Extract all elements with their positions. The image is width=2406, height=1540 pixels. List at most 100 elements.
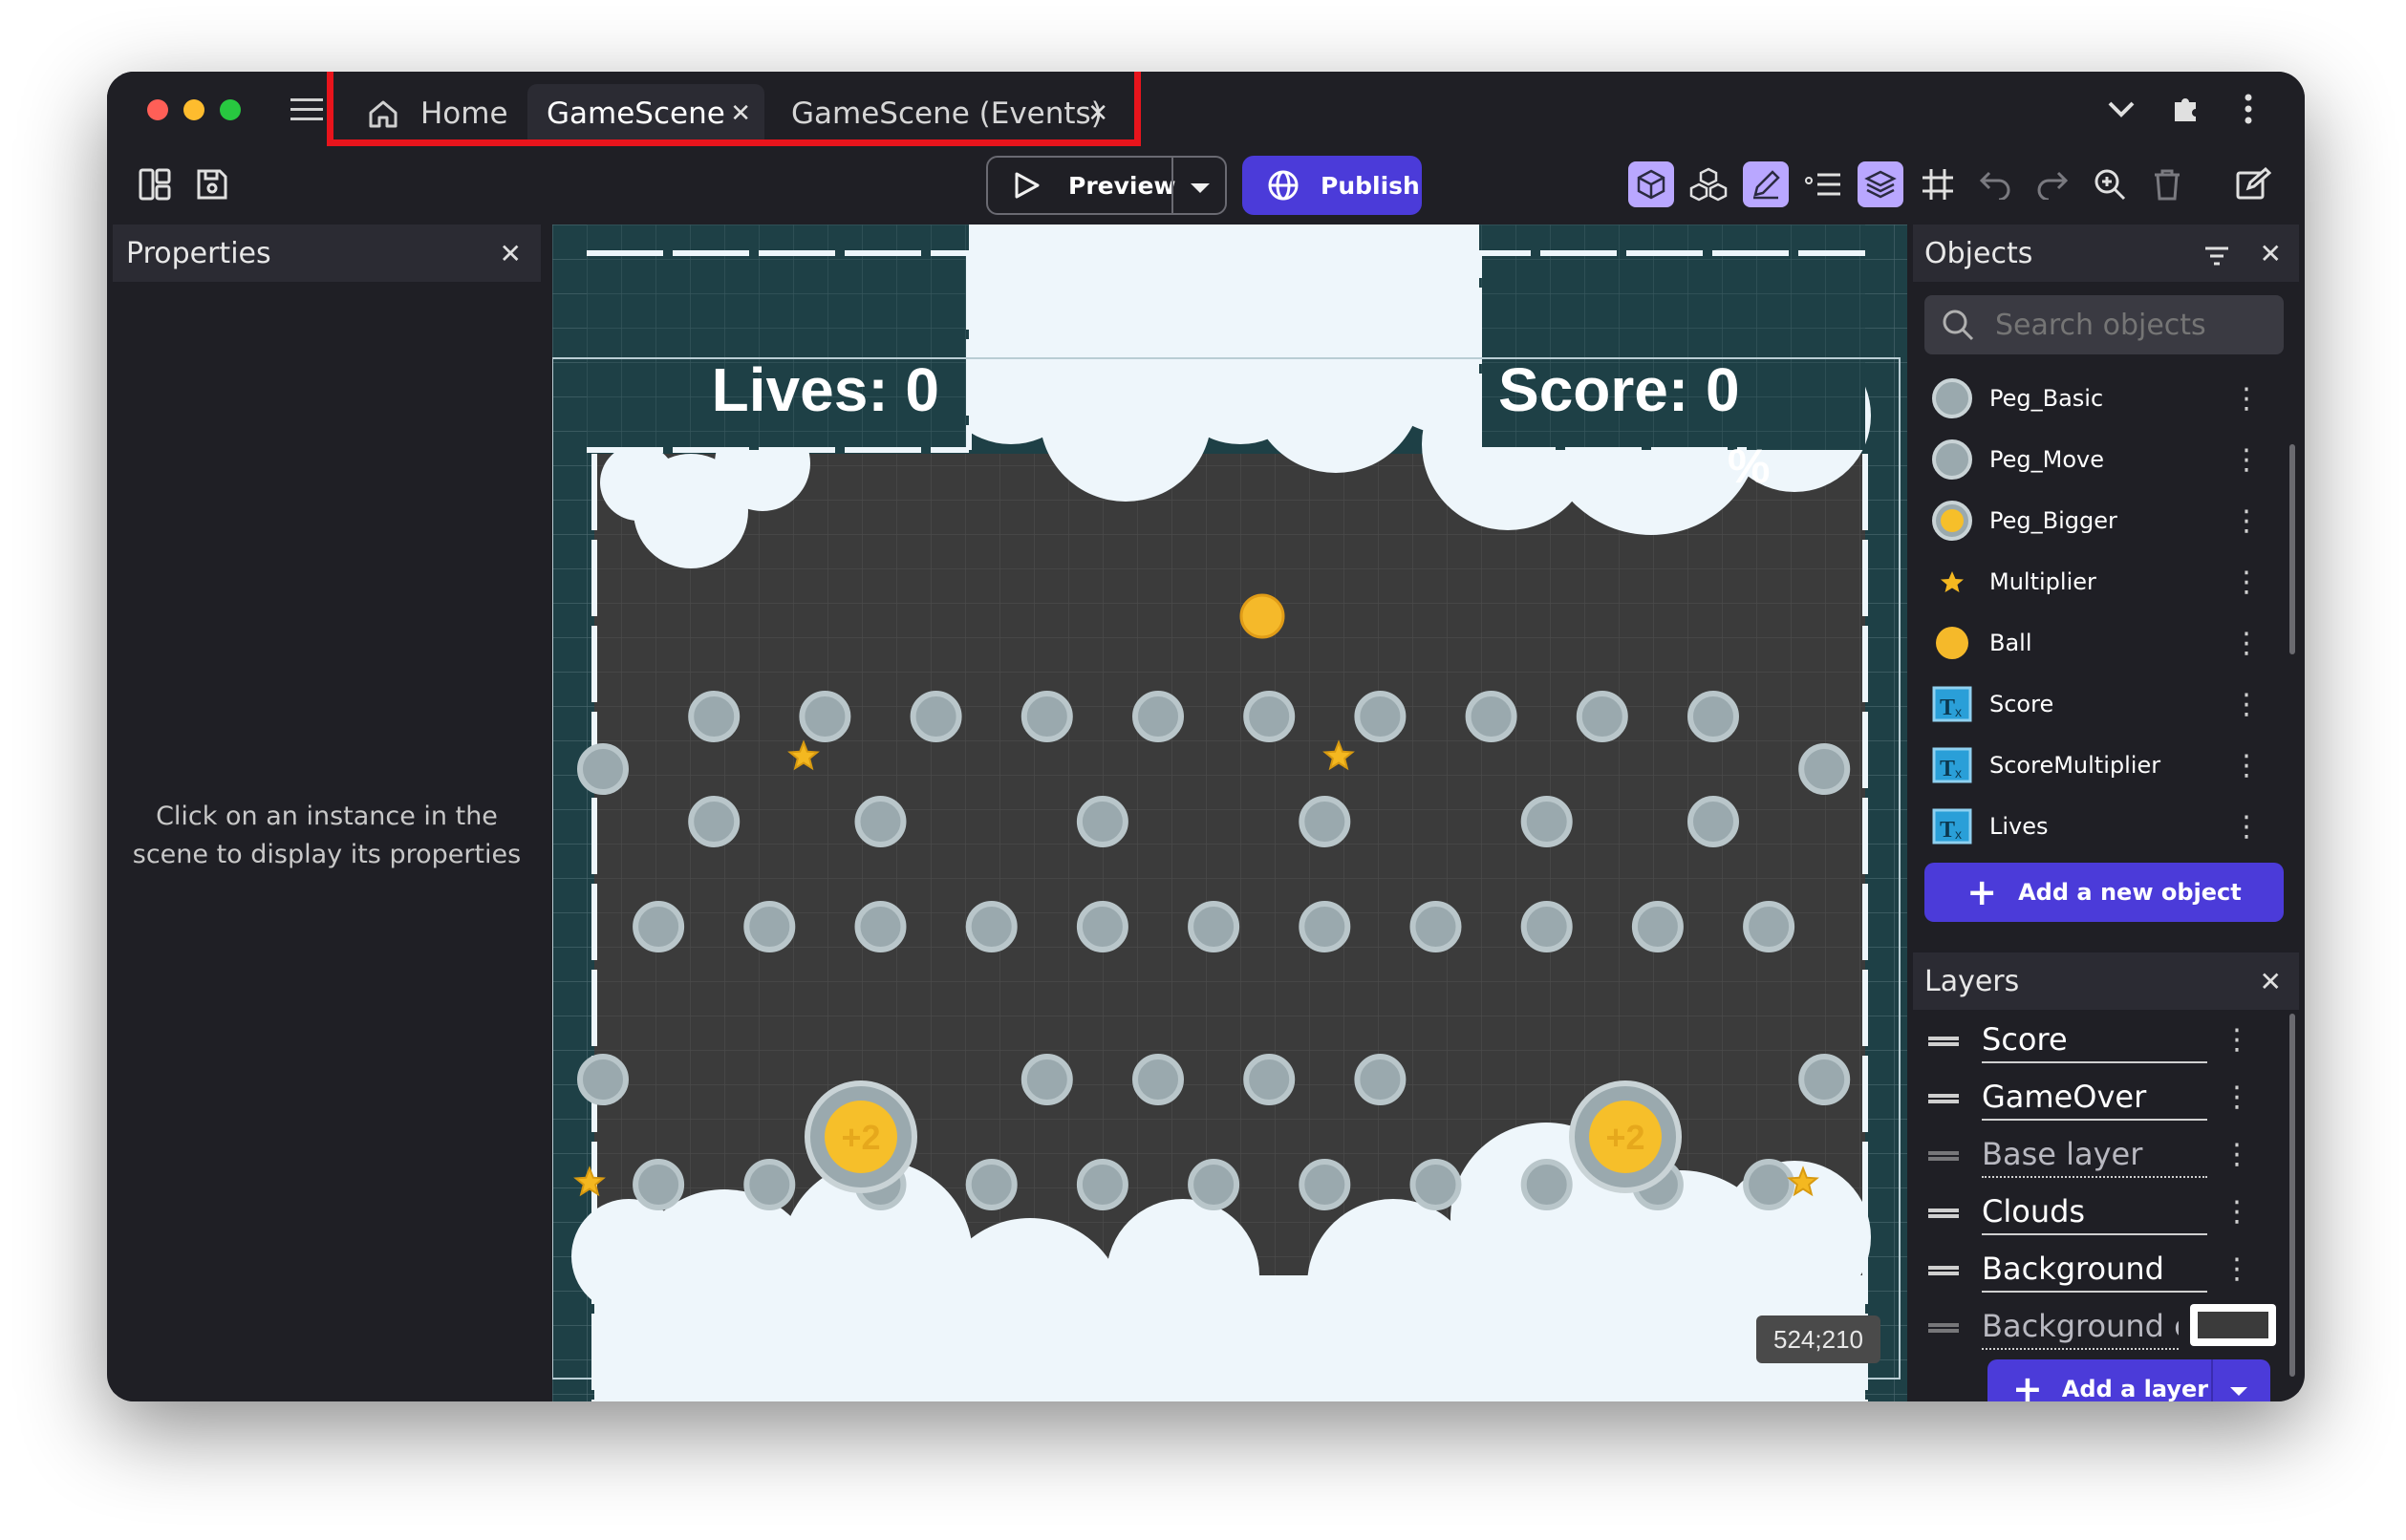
redo-icon[interactable] [2030,161,2075,207]
peg [1243,691,1296,742]
publish-label: Publish [1321,171,1420,200]
grid-icon[interactable] [1915,161,1961,207]
layer-item[interactable]: GameOver ⋮ [1913,1071,2284,1128]
close-properties-icon[interactable]: ✕ [500,238,522,269]
object-menu-icon[interactable]: ⋮ [2232,382,2261,416]
object-menu-icon[interactable]: ⋮ [2232,566,2261,599]
object-item[interactable]: Tx Lives ⋮ [1913,796,2284,857]
objects-scrollbar[interactable] [2289,444,2295,654]
layer-name[interactable]: Background cc [1982,1308,2179,1350]
preview-button[interactable]: Preview [986,156,1227,215]
object-menu-icon[interactable]: ⋮ [2232,443,2261,477]
peg [1132,691,1184,742]
save-icon[interactable] [189,161,235,207]
add-layer-button[interactable]: + Add a layer [1987,1359,2270,1401]
drag-handle-icon[interactable] [1928,1208,1959,1218]
layer-menu-icon[interactable]: ⋮ [2223,1023,2251,1057]
peg [1743,901,1795,952]
maximize-window-button[interactable] [220,99,241,120]
gray-peg-icon [1930,438,1974,485]
close-layers-icon[interactable]: ✕ [2260,966,2282,997]
close-objects-icon[interactable]: ✕ [2260,238,2282,269]
close-window-button[interactable] [147,99,168,120]
peg [1020,1054,1073,1105]
layers-title: Layers [1924,964,2020,998]
peg [799,691,851,742]
layer-name[interactable]: Background [1982,1251,2207,1293]
layer-menu-icon[interactable]: ⋮ [2223,1138,2251,1171]
object-groups-icon[interactable] [1686,161,1731,207]
object-item[interactable]: Peg_Bigger ⋮ [1913,490,2284,551]
layer-item[interactable]: Base layer ⋮ [1913,1128,2284,1186]
object-name: Multiplier [1989,568,2096,595]
object-name: Ball [1989,630,2032,656]
extensions-puzzle-icon[interactable] [2169,91,2203,129]
layer-item[interactable]: Score ⋮ [1913,1014,2284,1071]
search-objects-field[interactable] [1924,295,2284,354]
globe-icon [1267,169,1300,202]
layer-name[interactable]: Base layer [1982,1136,2207,1178]
undo-icon[interactable] [1972,161,2018,207]
layers-scrollbar[interactable] [2289,1014,2295,1377]
gray-peg-icon [1930,376,1974,424]
publish-button[interactable]: Publish [1242,156,1422,215]
layers-panel-icon[interactable] [1858,161,1903,207]
object-item[interactable]: Peg_Move ⋮ [1913,429,2284,490]
more-options-icon[interactable] [2244,93,2253,129]
peg [854,796,907,847]
objects-panel-cube-icon[interactable] [1628,161,1674,207]
layer-name[interactable]: Clouds [1982,1193,2207,1235]
panels-layout-icon[interactable] [132,161,178,207]
layer-name[interactable]: Score [1982,1021,2207,1063]
object-menu-icon[interactable]: ⋮ [2232,749,2261,782]
object-item[interactable]: Peg_Basic ⋮ [1913,368,2284,429]
ball [1239,593,1285,639]
object-menu-icon[interactable]: ⋮ [2232,810,2261,844]
drag-handle-icon[interactable] [1928,1323,1959,1333]
drag-handle-icon[interactable] [1928,1037,1959,1046]
add-layer-dropdown-icon[interactable] [2228,1384,2249,1401]
layer-name[interactable]: GameOver [1982,1079,2207,1121]
object-item[interactable]: Tx Score ⋮ [1913,674,2284,735]
layer-item[interactable]: Clouds ⋮ [1913,1186,2284,1243]
minimize-window-button[interactable] [183,99,204,120]
filter-icon[interactable] [2203,242,2230,275]
properties-empty-line1: Click on an instance in the [156,802,498,831]
search-input[interactable] [1993,307,2265,343]
add-object-button[interactable]: + Add a new object [1924,863,2284,922]
object-name: Score [1989,691,2054,717]
peg [633,901,685,952]
drag-handle-icon[interactable] [1928,1266,1959,1275]
drag-handle-icon[interactable] [1928,1151,1959,1161]
object-menu-icon[interactable]: ⋮ [2232,688,2261,721]
zoom-icon[interactable] [2087,161,2133,207]
play-icon [1011,170,1042,201]
preview-dropdown-icon[interactable] [1189,181,1212,199]
peg [1465,691,1517,742]
layer-item[interactable]: Background ⋮ [1913,1243,2284,1300]
gold-peg-icon [1930,499,1974,546]
svg-text:x: x [1955,765,1962,781]
instances-list-icon[interactable] [1800,161,1846,207]
layer-menu-icon[interactable]: ⋮ [2223,1252,2251,1286]
background-color-swatch[interactable] [2190,1304,2276,1346]
menu-icon[interactable] [290,96,323,123]
layers-header: Layers ✕ [1913,952,2299,1010]
object-item[interactable]: Multiplier ⋮ [1913,551,2284,612]
chevron-down-icon[interactable] [2106,95,2137,127]
object-menu-icon[interactable]: ⋮ [2232,504,2261,538]
object-item[interactable]: Tx ScoreMultiplier ⋮ [1913,735,2284,796]
edit-scene-icon[interactable] [2230,161,2276,207]
layer-menu-icon[interactable]: ⋮ [2223,1195,2251,1229]
trash-icon[interactable] [2144,161,2190,207]
properties-edit-icon[interactable] [1743,161,1789,207]
scene-canvas[interactable]: +2 +2 Lives: 0 Score: 0 % 524;210 [552,225,1907,1401]
layer-menu-icon[interactable]: ⋮ [2223,1080,2251,1114]
object-item[interactable]: Ball ⋮ [1913,612,2284,674]
text-object-icon: Tx [1930,682,1974,730]
peg [1687,796,1739,847]
drag-handle-icon[interactable] [1928,1094,1959,1103]
layer-item[interactable]: Background cc [1913,1300,2284,1358]
scene-drawing: +2 +2 Lives: 0 Score: 0 % [552,225,1907,1401]
object-menu-icon[interactable]: ⋮ [2232,627,2261,660]
